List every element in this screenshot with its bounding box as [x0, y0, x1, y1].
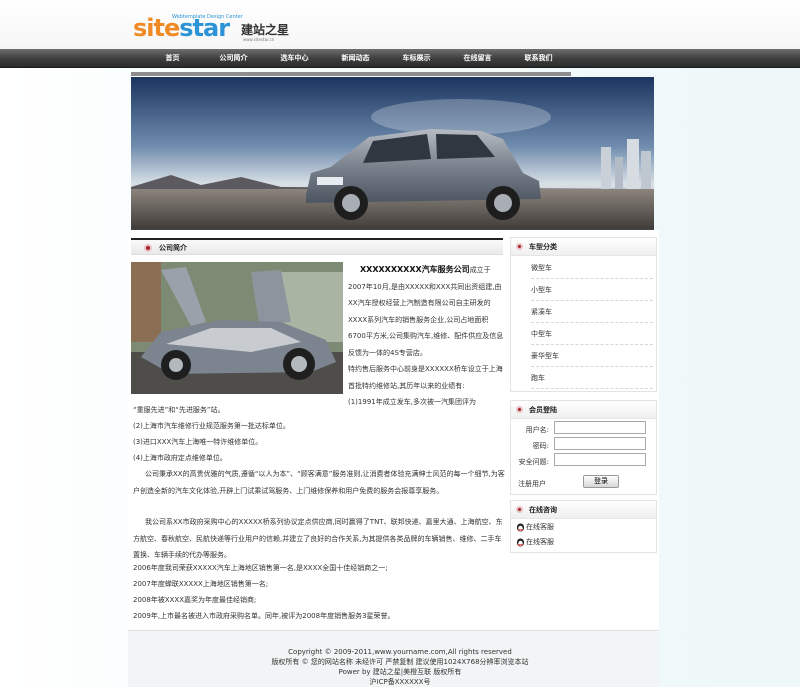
nav-divider [131, 72, 571, 76]
username-label: 用户名: [525, 426, 549, 434]
bullet-icon [144, 244, 152, 252]
concept-car-illustration [131, 262, 343, 394]
site-logo[interactable]: Webtemplate Design Center sitestar 建站之星 … [133, 14, 293, 44]
online-consult-title: 在线咨询 [529, 506, 557, 514]
nav-contact[interactable]: 联系我们 [508, 49, 569, 68]
security-question-label: 安全问题: [518, 458, 549, 466]
bullet-icon [516, 506, 523, 513]
security-question-input[interactable] [554, 453, 646, 466]
intro-text: 成立于2007年10月,是由XXXXX和XXX共同出资组建,由XX汽车授权经营上… [348, 266, 504, 357]
nav-car-center[interactable]: 选车中心 [264, 49, 325, 68]
password-input[interactable] [554, 437, 646, 450]
car-category-title: 车型分类 [529, 243, 557, 251]
nav-news[interactable]: 新闻动态 [325, 49, 386, 68]
qq-penguin-icon [516, 522, 525, 532]
intro-p3: 公司秉承XX的高贵优雅的气质,遵循“以人为本”、“顾客满意”服务准则,让消费者体… [133, 470, 505, 495]
bullet-icon [516, 243, 523, 250]
password-label: 密码: [532, 442, 549, 450]
logo-star-text: star [179, 14, 230, 42]
car-category-box: 车型分类 微型车 小型车 紧凑车 中型车 豪华型车 跑车 [510, 237, 657, 392]
banner-image [131, 77, 654, 230]
site-header: Webtemplate Design Center sitestar 建站之星 … [0, 0, 800, 49]
register-link[interactable]: 注册用户 [518, 479, 546, 489]
nav-about[interactable]: 公司简介 [203, 49, 264, 68]
section-title: 公司简介 [159, 244, 187, 252]
category-sports[interactable]: 跑车 [531, 367, 653, 389]
intro-paragraph: XXXXXXXXXX汽车服务公司成立于2007年10月,是由XXXXX和XXX共… [348, 262, 505, 411]
online-consult-header: 在线咨询 [511, 501, 656, 519]
intro-item4: (4)上海市政府定点维修单位。 [133, 454, 227, 462]
category-mini[interactable]: 微型车 [531, 257, 653, 279]
footer-copyright: Copyright © 2009-2011,www.yourname.com,A… [288, 648, 512, 656]
intro-p2: 特约售后服务中心前身是XXXXXX桥车设立于上海首批特约维修站,其历年以来的业绩… [348, 365, 503, 390]
qq-penguin-icon [516, 537, 525, 547]
nav-guestbook[interactable]: 在线留言 [447, 49, 508, 68]
online-service-label: 在线客服 [526, 538, 554, 546]
bullet-icon [516, 406, 523, 413]
member-login-header: 会员登陆 [511, 401, 656, 419]
car-category-header: 车型分类 [511, 238, 656, 256]
logo-wordmark: sitestar [133, 14, 230, 42]
footer-icp: 沪ICP备XXXXXX号 [369, 678, 431, 686]
intro-item1b: “重服先进”和“先进服务”站。 [133, 406, 225, 414]
online-service-link[interactable]: 在线客服 [516, 537, 554, 547]
intro-p4: 我公司系XX市政府采购中心的XXXXX桥系列协议定点供应商,同时赢得了TNT、联… [133, 518, 503, 559]
footer-powered-by: Power by 建站之星|美橙互联 版权所有 [338, 668, 462, 676]
login-button[interactable]: 登录 [583, 475, 619, 488]
concept-car-photo [131, 262, 343, 394]
category-compact[interactable]: 紧凑车 [531, 301, 653, 323]
intro-item2: (2)上海市汽车维修行业规范服务第一批达标单位。 [133, 422, 290, 430]
intro-item3: (3)进口XXX汽车上海唯一特许维修单位。 [133, 438, 263, 446]
banner-suv-illustration [131, 77, 654, 229]
online-service-link[interactable]: 在线客服 [516, 522, 554, 532]
member-login-title: 会员登陆 [529, 406, 557, 414]
nav-car-logos[interactable]: 车标展示 [386, 49, 447, 68]
footer-rights: 版权所有 © 您的网站名称 未经许可 严禁复制 建议使用1024X768分辨率浏… [271, 658, 529, 666]
category-small[interactable]: 小型车 [531, 279, 653, 301]
nav-home[interactable]: 首页 [142, 49, 203, 68]
logo-url: www.sitestar.cn [243, 37, 275, 42]
intro-l4: 2009年,上市最名被进入市政府采购名单。同年,被评为2008年度销售服务3星荣… [133, 612, 395, 620]
online-service-label: 在线客服 [526, 523, 554, 531]
intro-l3: 2008年被XXXX嘉奖为年度最佳经销商; [133, 596, 257, 604]
about-section-header: 公司简介 [131, 238, 503, 255]
username-input[interactable] [554, 421, 646, 434]
company-name: XXXXXXXXXX汽车服务公司 [360, 265, 470, 274]
category-midsize[interactable]: 中型车 [531, 323, 653, 345]
intro-l1: 2006年度我司荣获XXXXX汽车上海地区销售第一名,是XXXX全国十佳经销商之… [133, 564, 388, 572]
logo-chinese-name: 建站之星 [241, 23, 290, 37]
category-luxury[interactable]: 豪华型车 [531, 345, 653, 367]
intro-l2: 2007年度蝉联XXXXX上海地区销售第一名; [133, 580, 269, 588]
main-nav: 首页 公司简介 选车中心 新闻动态 车标展示 在线留言 联系我们 [0, 49, 800, 68]
logo-site-text: site [133, 14, 180, 42]
